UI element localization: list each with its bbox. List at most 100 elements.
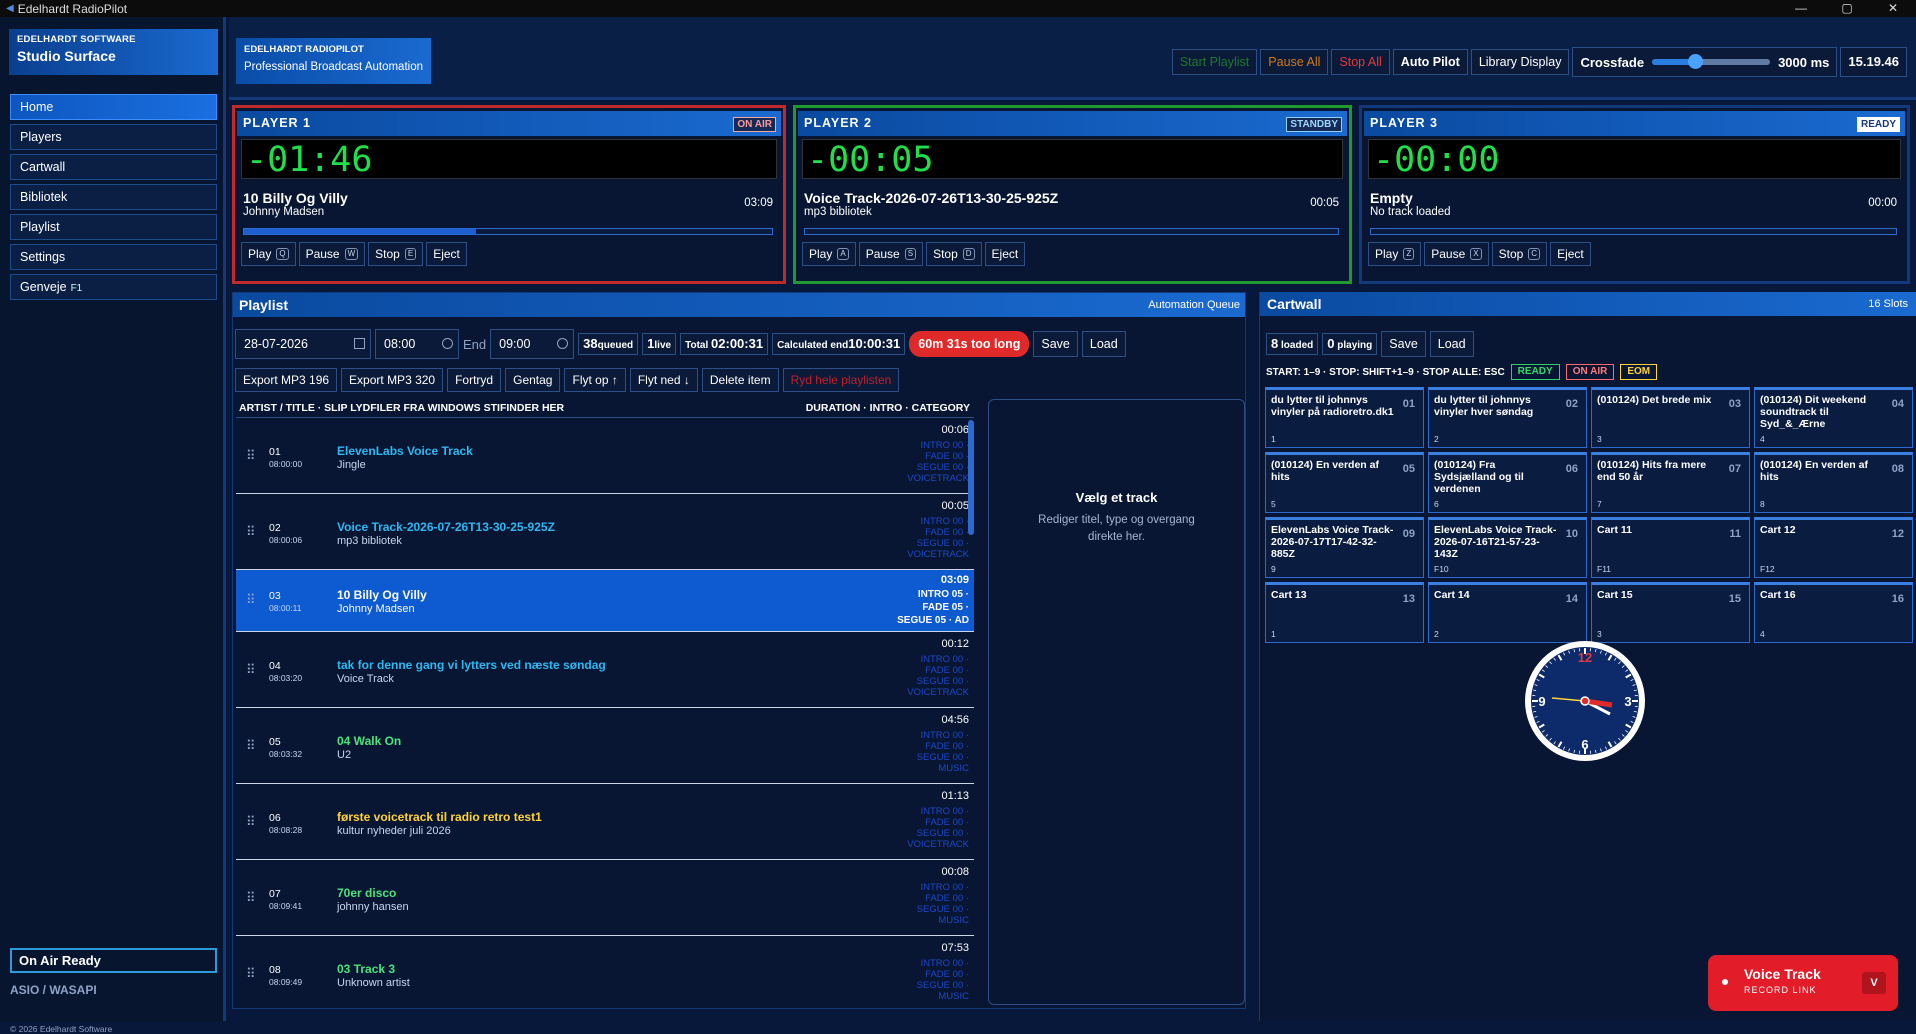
play-button[interactable]: PlayZ bbox=[1368, 242, 1421, 266]
calendar-icon[interactable] bbox=[354, 338, 365, 349]
playlist-row[interactable]: ⠿0808:09:4903 Track 3Unknown artist07:53… bbox=[236, 936, 974, 1005]
cart-slot[interactable]: Cart 1212F12 bbox=[1754, 517, 1913, 578]
cart-slot[interactable]: Cart 13131 bbox=[1265, 582, 1424, 643]
cart-slot[interactable]: ElevenLabs Voice Track-2026-07-17T17-42-… bbox=[1265, 517, 1424, 578]
cart-slot[interactable]: du lytter til johnnys vinyler på radiore… bbox=[1265, 387, 1424, 448]
drag-handle-icon[interactable]: ⠿ bbox=[246, 738, 256, 754]
player-progress-bar[interactable] bbox=[1370, 228, 1897, 235]
close-icon[interactable]: ✕ bbox=[1870, 0, 1916, 17]
clock-icon[interactable] bbox=[557, 338, 568, 349]
row-meta: INTRO 05 ·FADE 05 ·SEGUE 05 · AD bbox=[897, 588, 969, 627]
cart-slot[interactable]: Cart 1111F11 bbox=[1591, 517, 1750, 578]
clear-playlist-button[interactable]: Ryd hele playlisten bbox=[783, 368, 900, 392]
playlist-scrollbar[interactable] bbox=[968, 420, 974, 535]
row-meta-line: MUSIC bbox=[917, 991, 969, 1002]
eject-button[interactable]: Eject bbox=[1550, 242, 1591, 266]
cart-slot[interactable]: (010124) En verden af hits088 bbox=[1754, 452, 1913, 513]
stop-all-button[interactable]: Stop All bbox=[1331, 49, 1389, 75]
player-progress-bar[interactable] bbox=[804, 228, 1339, 235]
clock-icon[interactable] bbox=[442, 338, 453, 349]
stop-button[interactable]: StopE bbox=[368, 242, 423, 266]
cartwall-load-button[interactable]: Load bbox=[1430, 331, 1474, 357]
playlist-row[interactable]: ⠿0708:09:4170er discojohnny hansen00:08I… bbox=[236, 860, 974, 936]
cartwall-header: Cartwall16 Slots bbox=[1260, 292, 1916, 316]
playlist-row[interactable]: ⠿0608:08:28første voicetrack til radio r… bbox=[236, 784, 974, 860]
drag-handle-icon[interactable]: ⠿ bbox=[246, 814, 256, 830]
drag-handle-icon[interactable]: ⠿ bbox=[246, 662, 256, 678]
playlist-load-button[interactable]: Load bbox=[1082, 331, 1126, 357]
eject-button[interactable]: Eject bbox=[985, 242, 1026, 266]
pause-button[interactable]: PauseW bbox=[299, 242, 366, 266]
player-track-artist: Johnny Madsen bbox=[243, 206, 324, 218]
sidebar-item-cartwall[interactable]: Cartwall bbox=[10, 154, 217, 180]
pause-all-button[interactable]: Pause All bbox=[1260, 49, 1328, 75]
voice-track-button[interactable]: Voice Track RECORD LINK V bbox=[1708, 955, 1898, 1011]
move-up-button[interactable]: Flyt op ↑ bbox=[564, 368, 625, 392]
cart-slot[interactable]: Cart 15153 bbox=[1591, 582, 1750, 643]
playlist-row[interactable]: ⠿0208:00:06Voice Track-2026-07-26T13-30-… bbox=[236, 494, 974, 570]
row-meta-line: SEGUE 00 · bbox=[917, 752, 969, 763]
playlist-row[interactable]: ⠿0508:03:3204 Walk OnU204:56INTRO 00 ·FA… bbox=[236, 708, 974, 784]
crossfade-slider-knob[interactable] bbox=[1688, 54, 1703, 69]
start-time-field[interactable]: 08:00 bbox=[375, 329, 459, 359]
end-label: End bbox=[463, 337, 486, 352]
drag-handle-icon[interactable]: ⠿ bbox=[246, 966, 256, 982]
playlist-row[interactable]: ⠿0408:03:20tak for denne gang vi lytters… bbox=[236, 632, 974, 708]
cart-title: (010124) Det brede mix bbox=[1597, 394, 1722, 406]
top-bar: EDELHARDT RADIOPILOT Professional Broadc… bbox=[229, 17, 1916, 100]
drag-handle-icon[interactable]: ⠿ bbox=[246, 592, 256, 608]
export-mp3-196-button[interactable]: Export MP3 196 bbox=[235, 368, 337, 392]
row-meta-line: VOICETRACK bbox=[907, 473, 969, 484]
cart-key: F12 bbox=[1760, 564, 1775, 574]
sidebar-item-bibliotek[interactable]: Bibliotek bbox=[10, 184, 217, 210]
auto-pilot-button[interactable]: Auto Pilot bbox=[1393, 49, 1468, 75]
start-playlist-button[interactable]: Start Playlist bbox=[1172, 49, 1257, 75]
eject-button[interactable]: Eject bbox=[426, 242, 467, 266]
sidebar-item-home[interactable]: Home bbox=[10, 94, 217, 120]
pause-button[interactable]: PauseX bbox=[1424, 242, 1488, 266]
end-time-field[interactable]: 09:00 bbox=[490, 329, 574, 359]
cart-slot[interactable]: (010124) Det brede mix033 bbox=[1591, 387, 1750, 448]
drag-handle-icon[interactable]: ⠿ bbox=[246, 448, 256, 464]
stop-button[interactable]: StopD bbox=[926, 242, 981, 266]
crossfade-slider[interactable] bbox=[1652, 59, 1770, 65]
cart-slot[interactable]: Cart 14142 bbox=[1428, 582, 1587, 643]
play-button[interactable]: PlayQ bbox=[241, 242, 296, 266]
row-start-time: 08:08:28 bbox=[269, 825, 302, 835]
playlist-row[interactable]: ⠿0308:00:1110 Billy Og VillyJohnny Madse… bbox=[236, 570, 974, 632]
cart-number: 11 bbox=[1729, 528, 1741, 540]
sidebar-item-playlist[interactable]: Playlist bbox=[10, 214, 217, 240]
move-down-button[interactable]: Flyt ned ↓ bbox=[630, 368, 698, 392]
playlist-row[interactable]: ⠿0108:00:00ElevenLabs Voice TrackJingle0… bbox=[236, 418, 974, 494]
sidebar-item-settings[interactable]: Settings bbox=[10, 244, 217, 270]
maximize-icon[interactable]: ▢ bbox=[1824, 0, 1870, 17]
cart-slot[interactable]: (010124) Fra Sydsjælland og til verdenen… bbox=[1428, 452, 1587, 513]
cartwall-save-button[interactable]: Save bbox=[1381, 331, 1426, 357]
row-start-time: 08:09:41 bbox=[269, 901, 302, 911]
stop-button[interactable]: StopC bbox=[1492, 242, 1547, 266]
row-meta-line: FADE 00 · bbox=[917, 969, 969, 980]
cart-slot[interactable]: (010124) Hits fra mere end 50 år077 bbox=[1591, 452, 1750, 513]
play-button[interactable]: PlayA bbox=[802, 242, 856, 266]
date-field[interactable]: 28-07-2026 bbox=[235, 329, 371, 359]
delete-item-button[interactable]: Delete item bbox=[702, 368, 779, 392]
playlist-save-button[interactable]: Save bbox=[1033, 331, 1078, 357]
on-air-ready-indicator: On Air Ready bbox=[10, 948, 217, 973]
drag-handle-icon[interactable]: ⠿ bbox=[246, 890, 256, 906]
drag-handle-icon[interactable]: ⠿ bbox=[246, 524, 256, 540]
minimize-icon[interactable]: — bbox=[1778, 0, 1824, 17]
pause-button[interactable]: PauseS bbox=[859, 242, 923, 266]
row-meta-line: FADE 00 · bbox=[917, 741, 969, 752]
cart-slot[interactable]: (010124) Dit weekend soundtrack til Syd_… bbox=[1754, 387, 1913, 448]
library-display-button[interactable]: Library Display bbox=[1471, 49, 1570, 75]
sidebar-item-players[interactable]: Players bbox=[10, 124, 217, 150]
cart-slot[interactable]: Cart 16164 bbox=[1754, 582, 1913, 643]
cart-slot[interactable]: du lytter til johnnys vinyler hver sønda… bbox=[1428, 387, 1587, 448]
cart-slot[interactable]: (010124) En verden af hits055 bbox=[1265, 452, 1424, 513]
undo-button[interactable]: Fortryd bbox=[447, 368, 501, 392]
sidebar-item-genveje[interactable]: GenvejeF1 bbox=[10, 274, 217, 300]
export-mp3-320-button[interactable]: Export MP3 320 bbox=[341, 368, 443, 392]
cart-slot[interactable]: ElevenLabs Voice Track-2026-07-16T21-57-… bbox=[1428, 517, 1587, 578]
redo-button[interactable]: Gentag bbox=[505, 368, 560, 392]
player-progress-bar[interactable] bbox=[243, 228, 773, 235]
